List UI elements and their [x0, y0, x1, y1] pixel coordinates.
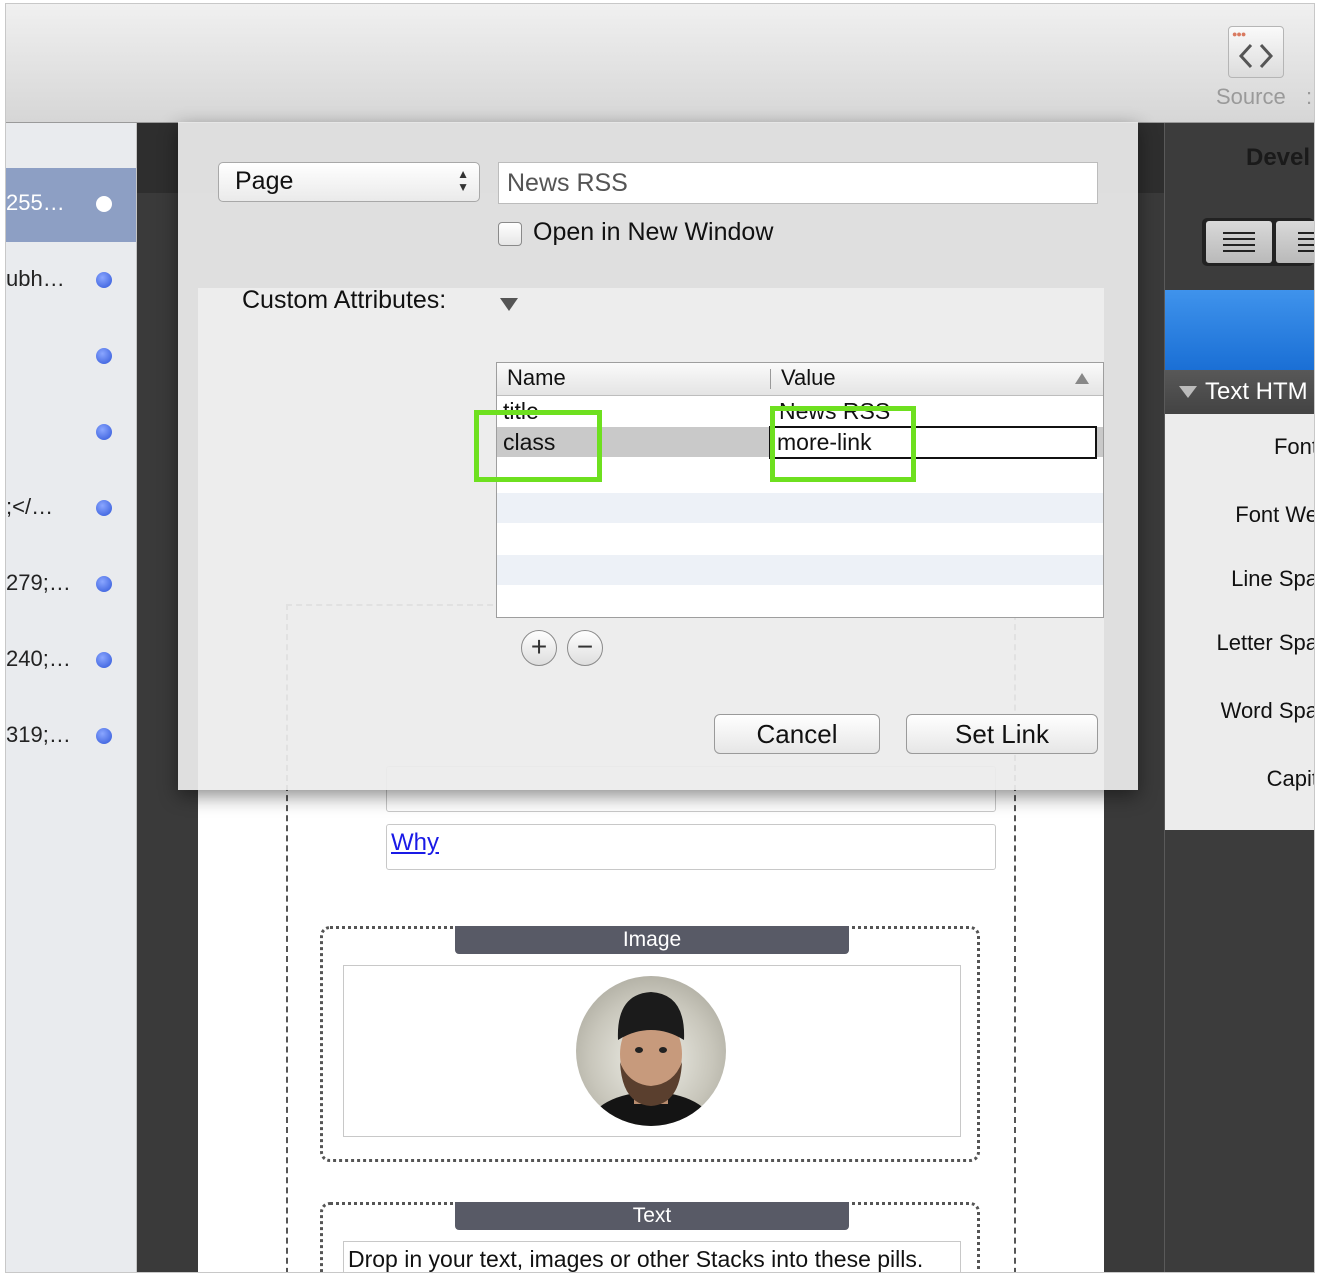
link-field[interactable]: Why	[386, 824, 996, 870]
image-stack[interactable]: Image	[320, 926, 980, 1162]
column-header-value[interactable]: Value	[781, 365, 836, 391]
image-pill[interactable]: Image	[455, 926, 849, 954]
text-body: Drop in your text, images or other Stack…	[348, 1246, 924, 1272]
status-dot-icon	[96, 196, 112, 212]
table-header: Name Value	[497, 363, 1103, 396]
code-brackets-icon	[1238, 43, 1274, 69]
inspector-title: Devel	[1246, 144, 1311, 171]
text-pill[interactable]: Text	[455, 1202, 849, 1230]
list-item[interactable]: 240;…	[6, 624, 136, 698]
image-frame	[343, 965, 961, 1137]
plus-icon: +	[530, 631, 548, 662]
why-link[interactable]: Why	[391, 829, 439, 857]
align-justify-button[interactable]	[1276, 221, 1314, 263]
list-item[interactable]	[6, 396, 136, 470]
link-type-popup[interactable]: Page ▲ ▼	[218, 162, 480, 202]
list-item-text: 279;…	[6, 570, 71, 595]
add-attribute-button[interactable]: +	[521, 630, 557, 666]
cancel-button[interactable]: Cancel	[714, 714, 880, 754]
align-lines-icon	[1223, 232, 1255, 252]
list-item[interactable]: 255…	[6, 168, 136, 242]
table-row[interactable]	[497, 493, 1103, 523]
status-dot-icon	[96, 728, 112, 744]
highlight-box-name	[474, 410, 602, 482]
link-type-value: Page	[235, 167, 294, 195]
status-dot-icon	[96, 652, 112, 668]
set-link-button[interactable]: Set Link	[906, 714, 1098, 754]
list-item[interactable]: ;</…	[6, 472, 136, 546]
window-dots-icon: ●●●	[1232, 29, 1246, 39]
toolbar-overflow: :	[1306, 84, 1313, 109]
person-portrait-icon	[589, 992, 713, 1126]
selected-stack-banner	[1165, 290, 1314, 370]
section-title: Text HTM	[1205, 378, 1308, 405]
property-label: Line Spa	[1231, 566, 1314, 591]
status-dot-icon	[96, 424, 112, 440]
list-item-text: 255…	[6, 190, 65, 215]
minus-icon: −	[576, 631, 594, 662]
link-target-field[interactable]: News RSS	[498, 162, 1098, 204]
sort-ascending-icon	[1075, 373, 1089, 384]
custom-attributes-label: Custom Attributes:	[242, 286, 447, 314]
remove-attribute-button[interactable]: −	[567, 630, 603, 666]
table-row[interactable]	[497, 555, 1103, 585]
property-label: Letter Spa	[1216, 630, 1314, 655]
popup-arrows-icon: ▲ ▼	[457, 167, 469, 194]
attributes-table: Name Value title News RSS class more-lin…	[496, 362, 1104, 618]
column-divider[interactable]	[770, 369, 771, 389]
avatar	[576, 976, 726, 1126]
property-list: Font Font We Line Spa Letter Spa Word Sp…	[1165, 414, 1314, 830]
section-header[interactable]: Text HTM	[1165, 370, 1314, 414]
property-label: Capit	[1266, 766, 1314, 791]
list-item[interactable]	[6, 320, 136, 394]
disclosure-triangle-icon[interactable]	[500, 298, 518, 311]
property-label: Font	[1273, 434, 1314, 459]
text-block[interactable]: Drop in your text, images or other Stack…	[343, 1241, 961, 1272]
list-item-text: 240;…	[6, 646, 71, 671]
app-window: ●●● Source : 255… ubh… ;</… 279;… 240;… …	[6, 4, 1314, 1272]
toolbar: ●●● Source :	[6, 4, 1314, 123]
align-lines-icon	[1298, 232, 1314, 252]
text-stack[interactable]: Text Drop in your text, images or other …	[320, 1202, 980, 1272]
list-item[interactable]: 279;…	[6, 548, 136, 622]
status-dot-icon	[96, 272, 112, 288]
open-new-window-label[interactable]: Open in New Window	[533, 218, 773, 247]
list-item-text: ;</…	[6, 494, 54, 519]
column-header-name[interactable]: Name	[507, 365, 566, 391]
status-dot-icon	[96, 576, 112, 592]
link-target-value: News RSS	[507, 169, 628, 197]
property-label: Font We	[1235, 502, 1314, 527]
list-item[interactable]: ubh…	[6, 244, 136, 318]
alignment-group	[1202, 218, 1314, 266]
highlight-box-value	[770, 406, 916, 482]
status-dot-icon	[96, 348, 112, 364]
list-item-text: 319;…	[6, 722, 71, 747]
page-list: 255… ubh… ;</… 279;… 240;… 319;…	[6, 123, 137, 1272]
align-left-button[interactable]	[1206, 221, 1272, 263]
list-item[interactable]: 319;…	[6, 700, 136, 774]
source-label: Source	[1216, 84, 1286, 109]
link-dialog: Page ▲ ▼ News RSS Open in New Window Cust…	[178, 122, 1138, 790]
source-button[interactable]: ●●●	[1228, 26, 1284, 78]
property-label: Word Spa	[1220, 698, 1314, 723]
status-dot-icon	[96, 500, 112, 516]
list-item-text: ubh…	[6, 266, 65, 291]
disclosure-triangle-icon[interactable]	[1179, 386, 1197, 398]
open-new-window-checkbox[interactable]	[498, 222, 522, 246]
